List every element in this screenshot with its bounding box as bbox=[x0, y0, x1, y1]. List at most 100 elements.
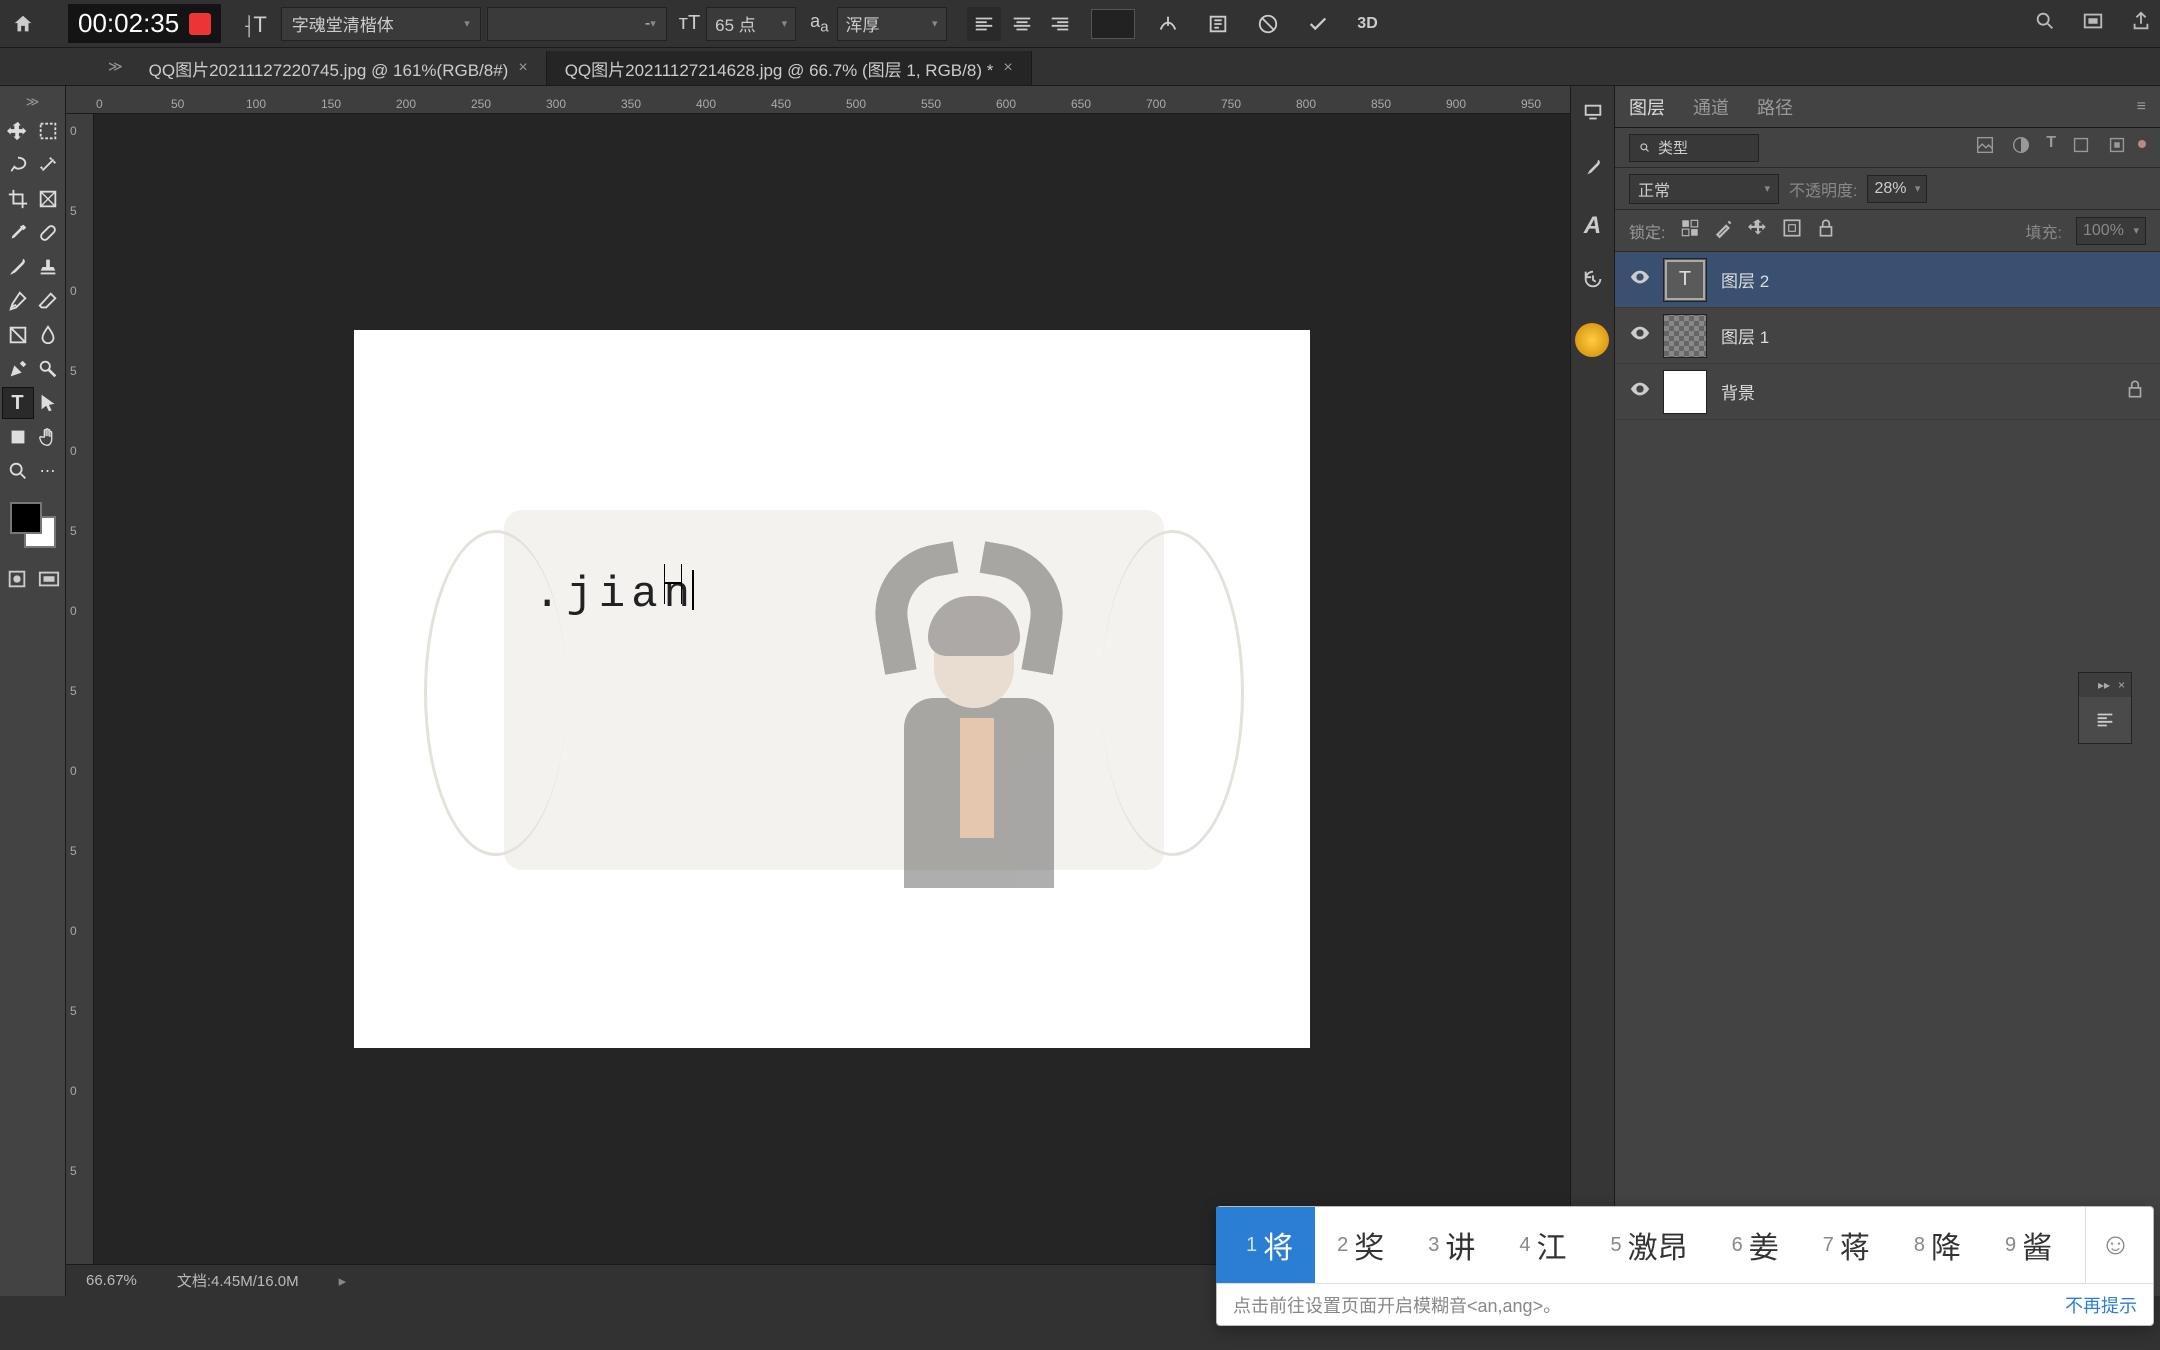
lock-brush-icon[interactable] bbox=[1713, 217, 1735, 244]
warp-text-button[interactable] bbox=[1151, 7, 1185, 41]
eraser-tool[interactable] bbox=[33, 286, 63, 316]
marquee-tool[interactable] bbox=[33, 116, 63, 146]
ime-candidate[interactable]: 8降 bbox=[1892, 1207, 1983, 1283]
frame-tool[interactable] bbox=[33, 184, 63, 214]
tab-overflow-icon[interactable]: ≫ bbox=[108, 58, 123, 75]
search-icon[interactable] bbox=[2034, 10, 2056, 37]
channels-tab[interactable]: 通道 bbox=[1693, 94, 1729, 120]
ruler-horizontal[interactable]: 0 50 100 150 200 250 300 350 400 450 500… bbox=[66, 86, 1570, 114]
close-icon[interactable]: × bbox=[2118, 678, 2125, 692]
history-brush-tool[interactable] bbox=[3, 286, 33, 316]
canvas-viewport[interactable]: .jian bbox=[94, 114, 1570, 1264]
filter-smart-icon[interactable] bbox=[2106, 134, 2128, 161]
expand-toolbox-icon[interactable]: ≫ bbox=[26, 94, 40, 110]
ime-candidate[interactable]: 7蒋 bbox=[1801, 1207, 1892, 1283]
panel-menu-icon[interactable]: ≡ bbox=[2137, 98, 2146, 116]
gradient-tool[interactable] bbox=[3, 320, 33, 350]
path-select-tool[interactable] bbox=[33, 388, 63, 418]
layer-name[interactable]: 背景 bbox=[1721, 379, 1755, 404]
magic-wand-tool[interactable] bbox=[33, 150, 63, 180]
opacity-input[interactable]: 28% ▾ bbox=[1867, 175, 1927, 203]
fill-input[interactable]: 100% ▾ bbox=[2076, 217, 2146, 245]
commit-icon[interactable] bbox=[1301, 7, 1335, 41]
blur-tool[interactable] bbox=[33, 320, 63, 350]
ime-hint-dismiss[interactable]: 不再提示 bbox=[2065, 1292, 2137, 1318]
shape-tool[interactable] bbox=[3, 422, 33, 452]
layers-tab[interactable]: 图层 bbox=[1629, 94, 1665, 120]
ime-candidate[interactable]: 6姜 bbox=[1710, 1207, 1801, 1283]
filter-text-icon[interactable]: T bbox=[2046, 134, 2056, 161]
visibility-icon[interactable] bbox=[1629, 378, 1649, 405]
pen-tool[interactable] bbox=[3, 354, 33, 384]
eyedropper-tool[interactable] bbox=[3, 218, 33, 248]
share-icon[interactable] bbox=[2130, 10, 2152, 37]
lock-artboard-icon[interactable] bbox=[1781, 217, 1803, 244]
home-icon[interactable] bbox=[8, 9, 38, 39]
paragraph-icon[interactable] bbox=[2079, 697, 2131, 743]
ime-candidate[interactable]: 5激昂 bbox=[1589, 1207, 1710, 1283]
layer-row[interactable]: 图层 1 bbox=[1615, 308, 2160, 364]
lock-icon[interactable] bbox=[2124, 378, 2146, 405]
floating-panel-header[interactable]: ▸▸ × bbox=[2079, 673, 2131, 697]
crop-tool[interactable] bbox=[3, 184, 33, 214]
document-tab[interactable]: QQ图片20211127220745.jpg @ 161%(RGB/8#) × bbox=[131, 51, 547, 85]
text-color-swatch[interactable] bbox=[1091, 9, 1135, 39]
lock-pixels-icon[interactable] bbox=[1679, 217, 1701, 244]
close-icon[interactable]: × bbox=[1003, 59, 1012, 77]
zoom-level[interactable]: 66.67% bbox=[86, 1272, 137, 1289]
move-tool[interactable] bbox=[3, 116, 33, 146]
canvas[interactable]: .jian bbox=[354, 330, 1310, 1048]
filter-shape-icon[interactable] bbox=[2070, 134, 2092, 161]
cancel-icon[interactable] bbox=[1251, 7, 1285, 41]
rail-icon[interactable] bbox=[1582, 102, 1604, 129]
layer-row[interactable]: T 图层 2 bbox=[1615, 252, 2160, 308]
healing-tool[interactable] bbox=[33, 218, 63, 248]
color-swatches[interactable] bbox=[10, 502, 56, 548]
visibility-icon[interactable] bbox=[1629, 266, 1649, 293]
hand-tool[interactable] bbox=[33, 422, 63, 452]
brush-tool[interactable] bbox=[3, 252, 33, 282]
dodge-tool[interactable] bbox=[33, 354, 63, 384]
ime-candidate[interactable]: 1将 bbox=[1216, 1207, 1315, 1283]
blend-mode-dropdown[interactable]: 正常 ▾ bbox=[1629, 174, 1779, 204]
gold-badge-icon[interactable] bbox=[1575, 323, 1609, 357]
document-tab[interactable]: QQ图片20211127214628.jpg @ 66.7% (图层 1, RG… bbox=[547, 51, 1032, 85]
brush-icon[interactable] bbox=[1582, 157, 1604, 184]
collapse-icon[interactable]: ▸▸ bbox=[2098, 678, 2110, 692]
doc-size[interactable]: 文档:4.45M/16.0M bbox=[177, 1270, 299, 1291]
ime-hint-bar[interactable]: 点击前往设置页面开启模糊音<an,ang>。 不再提示 bbox=[1217, 1283, 2153, 1325]
layer-name[interactable]: 图层 2 bbox=[1721, 267, 1769, 292]
font-style-dropdown[interactable]: - ▾ bbox=[487, 7, 667, 41]
filter-adjust-icon[interactable] bbox=[2010, 134, 2032, 161]
character-icon[interactable]: A bbox=[1584, 212, 1601, 240]
character-panel-button[interactable] bbox=[1201, 7, 1235, 41]
zoom-tool[interactable] bbox=[3, 456, 33, 486]
ime-candidate[interactable]: 4江 bbox=[1497, 1207, 1588, 1283]
lock-all-icon[interactable] bbox=[1815, 217, 1837, 244]
font-size-dropdown[interactable]: 65 点 ▾ bbox=[706, 7, 796, 41]
layer-row[interactable]: 背景 bbox=[1615, 364, 2160, 420]
ime-candidate[interactable]: 2奖 bbox=[1315, 1207, 1406, 1283]
edit-toolbar-button[interactable]: ⋯ bbox=[33, 456, 63, 486]
quick-mask-icon[interactable] bbox=[6, 568, 28, 595]
close-icon[interactable]: × bbox=[518, 59, 527, 77]
screen-mode-icon[interactable] bbox=[38, 568, 60, 595]
type-tool[interactable]: T bbox=[3, 388, 33, 418]
lasso-tool[interactable] bbox=[3, 150, 33, 180]
filter-image-icon[interactable] bbox=[1974, 134, 1996, 161]
ime-candidate[interactable]: 9酱 bbox=[1983, 1207, 2074, 1283]
filter-toggle-icon[interactable] bbox=[2138, 140, 2146, 148]
workspace-icon[interactable] bbox=[2082, 10, 2104, 37]
stamp-tool[interactable] bbox=[33, 252, 63, 282]
visibility-icon[interactable] bbox=[1629, 322, 1649, 349]
font-family-dropdown[interactable]: 字魂堂清楷体 ▾ bbox=[281, 7, 481, 41]
ime-candidate[interactable]: 3讲 bbox=[1406, 1207, 1497, 1283]
threed-button[interactable]: 3D bbox=[1351, 7, 1385, 41]
emoji-button[interactable]: ☺ bbox=[2085, 1207, 2145, 1283]
foreground-color-swatch[interactable] bbox=[10, 502, 42, 534]
paths-tab[interactable]: 路径 bbox=[1757, 94, 1793, 120]
antialias-dropdown[interactable]: 浑厚 ▾ bbox=[837, 7, 947, 41]
layer-filter-search[interactable]: 类型 bbox=[1629, 134, 1759, 162]
history-icon[interactable] bbox=[1582, 268, 1604, 295]
floating-panel[interactable]: ▸▸ × bbox=[2078, 672, 2132, 744]
